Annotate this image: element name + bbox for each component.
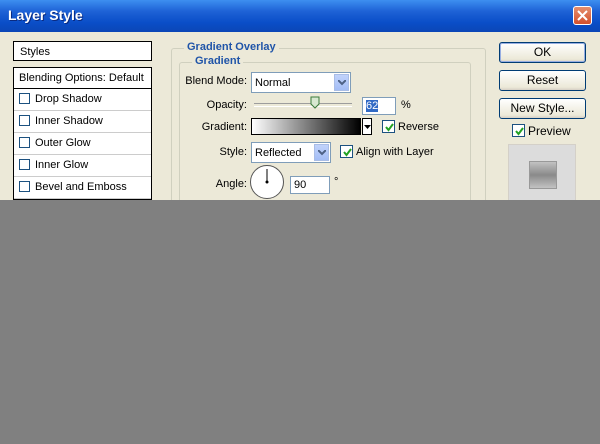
drop-shadow-checkbox[interactable] bbox=[19, 93, 30, 104]
style-item-outer-glow[interactable]: Outer Glow bbox=[14, 133, 151, 155]
opacity-label: Opacity: bbox=[206, 99, 247, 111]
opacity-unit: % bbox=[401, 99, 411, 111]
style-item-label: Drop Shadow bbox=[35, 93, 102, 105]
reset-button[interactable]: Reset bbox=[499, 70, 586, 91]
style-item-label: Bevel and Emboss bbox=[35, 181, 127, 193]
triangle-down-icon bbox=[364, 125, 371, 129]
dialog-body: Styles Blending Options: Default Drop Sh… bbox=[0, 32, 600, 200]
preview-swatch bbox=[529, 161, 557, 189]
gradient-swatch[interactable] bbox=[251, 118, 361, 135]
preview-thumbnail bbox=[508, 144, 576, 200]
style-item-bevel-emboss[interactable]: Bevel and Emboss bbox=[14, 177, 151, 199]
blend-mode-value: Normal bbox=[255, 77, 291, 89]
reverse-checkbox[interactable] bbox=[382, 120, 395, 133]
angle-dial[interactable] bbox=[250, 165, 284, 199]
angle-needle-icon bbox=[265, 169, 269, 184]
preview-label: Preview bbox=[528, 124, 571, 138]
inner-shadow-checkbox[interactable] bbox=[19, 115, 30, 126]
reverse-label: Reverse bbox=[398, 121, 439, 133]
close-icon bbox=[577, 10, 588, 21]
style-item-label: Inner Shadow bbox=[35, 115, 103, 127]
opacity-value: 62 bbox=[366, 100, 379, 112]
ok-button[interactable]: OK bbox=[499, 42, 586, 63]
checkmark-icon bbox=[515, 127, 524, 136]
opacity-input[interactable]: 62 bbox=[362, 97, 396, 115]
gradient-overlay-title: Gradient Overlay bbox=[184, 41, 279, 53]
gradient-subgroup-title: Gradient bbox=[192, 55, 244, 67]
gradient-picker-button[interactable] bbox=[362, 118, 372, 135]
chevron-down-icon[interactable] bbox=[314, 144, 329, 161]
angle-unit: ° bbox=[334, 176, 339, 188]
close-button[interactable] bbox=[573, 6, 592, 25]
new-style-button[interactable]: New Style... bbox=[499, 98, 586, 119]
style-select[interactable]: Reflected bbox=[251, 142, 331, 163]
align-with-layer-label: Align with Layer bbox=[356, 146, 434, 158]
preview-checkbox[interactable] bbox=[512, 124, 525, 137]
styles-list: Drop Shadow Inner Shadow Outer Glow Inne… bbox=[13, 89, 152, 200]
window-title: Layer Style bbox=[8, 7, 83, 23]
opacity-slider-thumb[interactable] bbox=[310, 96, 320, 109]
checkmark-icon bbox=[385, 123, 394, 132]
checkmark-icon bbox=[343, 148, 352, 157]
style-item-inner-glow[interactable]: Inner Glow bbox=[14, 155, 151, 177]
title-bar[interactable]: Layer Style bbox=[0, 0, 600, 32]
style-item-drop-shadow[interactable]: Drop Shadow bbox=[14, 89, 151, 111]
inner-glow-checkbox[interactable] bbox=[19, 159, 30, 170]
chevron-down-icon[interactable] bbox=[334, 74, 349, 91]
opacity-slider-track[interactable] bbox=[254, 103, 352, 107]
style-item-label: Outer Glow bbox=[35, 137, 91, 149]
angle-label: Angle: bbox=[215, 178, 247, 190]
style-label: Style: bbox=[219, 146, 247, 158]
styles-header[interactable]: Styles bbox=[13, 41, 152, 61]
style-value: Reflected bbox=[255, 147, 302, 159]
blend-mode-label: Blend Mode: bbox=[185, 75, 247, 87]
angle-input[interactable]: 90 bbox=[290, 176, 330, 194]
outer-glow-checkbox[interactable] bbox=[19, 137, 30, 148]
gradient-label: Gradient: bbox=[201, 121, 247, 133]
blend-mode-select[interactable]: Normal bbox=[251, 72, 351, 93]
layer-style-dialog: Layer Style Styles Blending Options: Def… bbox=[0, 0, 600, 200]
blending-options-item[interactable]: Blending Options: Default bbox=[13, 67, 152, 89]
angle-value: 90 bbox=[294, 179, 307, 191]
bevel-emboss-checkbox[interactable] bbox=[19, 181, 30, 192]
style-item-label: Inner Glow bbox=[35, 159, 89, 171]
style-item-inner-shadow[interactable]: Inner Shadow bbox=[14, 111, 151, 133]
align-with-layer-checkbox[interactable] bbox=[340, 145, 353, 158]
